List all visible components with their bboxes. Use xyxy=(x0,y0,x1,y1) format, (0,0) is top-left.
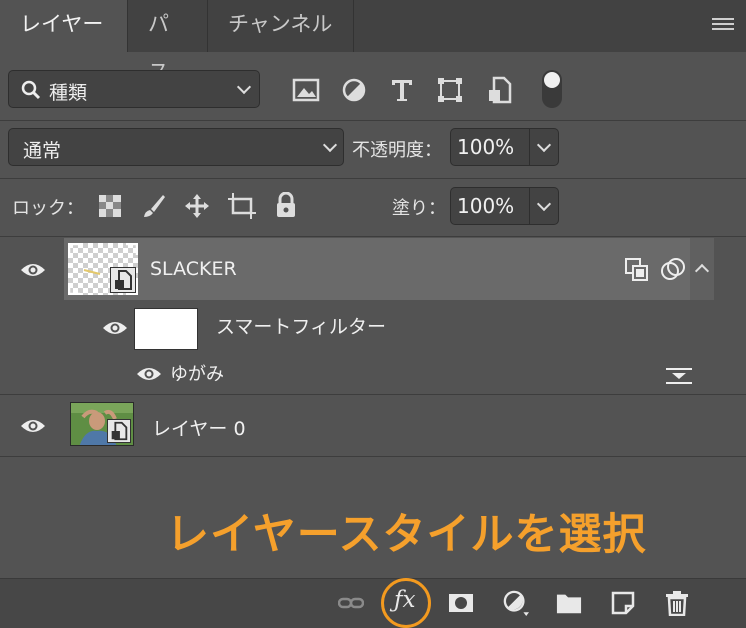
layer-name-slacker: SLACKER xyxy=(150,258,237,280)
filter-name-liquify[interactable]: ゆがみ xyxy=(170,360,224,386)
divider xyxy=(0,120,746,121)
chevron-down-icon xyxy=(536,196,552,212)
tab-layers[interactable]: レイヤー xyxy=(0,0,128,52)
opacity-input[interactable]: 100% xyxy=(450,128,530,166)
new-layer-icon[interactable] xyxy=(610,590,636,616)
fx-icon: ƒx xyxy=(394,587,416,613)
opacity-slider-button[interactable] xyxy=(530,128,559,166)
divider xyxy=(0,394,746,395)
chevron-down-icon xyxy=(322,137,338,153)
trash-icon[interactable] xyxy=(664,590,690,616)
eye-icon[interactable] xyxy=(20,418,46,434)
search-icon xyxy=(21,80,41,100)
smart-filter-status-icon xyxy=(661,258,685,280)
tab-paths[interactable]: パス xyxy=(128,0,208,84)
smart-filter-mask-thumbnail[interactable] xyxy=(134,308,198,350)
image-filter-icon[interactable] xyxy=(292,76,320,104)
filter-toggle[interactable] xyxy=(542,70,562,108)
adjustment-filter-icon[interactable] xyxy=(340,76,368,104)
smart-filter-group: スマートフィルター ゆがみ xyxy=(64,300,714,394)
blend-mode-value: 通常 xyxy=(23,140,62,162)
smart-object-badge-icon xyxy=(107,419,131,443)
lock-artboard-icon[interactable] xyxy=(228,193,256,219)
smart-object-filter-icon[interactable] xyxy=(486,76,514,104)
eye-icon[interactable] xyxy=(20,262,46,278)
smart-object-status-icon xyxy=(625,258,648,281)
layer-row-layer0[interactable]: レイヤー 0 xyxy=(64,396,714,456)
layer-thumbnail xyxy=(68,243,138,295)
new-group-folder-icon[interactable] xyxy=(556,590,582,616)
divider xyxy=(0,456,746,457)
add-mask-icon[interactable] xyxy=(448,590,474,616)
divider xyxy=(0,236,746,237)
filter-blending-options-icon[interactable] xyxy=(666,366,692,386)
eye-icon[interactable] xyxy=(102,320,128,336)
panel-menu-icon[interactable] xyxy=(712,18,734,32)
smart-object-badge-icon xyxy=(110,267,136,293)
shape-filter-icon[interactable] xyxy=(436,76,464,104)
layer-row-slacker[interactable]: SLACKER xyxy=(64,238,690,300)
divider xyxy=(0,178,746,179)
type-filter-icon[interactable] xyxy=(388,76,416,104)
layer-name-layer0: レイヤー 0 xyxy=(152,418,246,440)
eye-icon[interactable] xyxy=(136,366,162,382)
lock-all-icon[interactable] xyxy=(274,192,298,218)
fill-label: 塗り： xyxy=(392,198,446,219)
new-adjustment-layer-icon[interactable] xyxy=(503,590,529,616)
fill-slider-button[interactable] xyxy=(530,187,559,225)
toggle-knob xyxy=(544,72,560,88)
filter-kind-label: 種類 xyxy=(49,82,88,104)
tab-channels[interactable]: チャンネル xyxy=(208,0,354,52)
link-layers-icon[interactable] xyxy=(338,590,364,616)
chevron-down-icon xyxy=(236,79,252,95)
opacity-label: 不透明度： xyxy=(352,140,442,161)
smart-filter-label: スマートフィルター xyxy=(216,316,387,338)
lock-position-icon[interactable] xyxy=(184,193,210,219)
filter-kind-select[interactable]: 種類 xyxy=(8,70,260,108)
lock-image-pixels-icon[interactable] xyxy=(141,193,167,219)
chevron-down-icon xyxy=(536,137,552,153)
panel-tab-bar: レイヤー パス チャンネル xyxy=(0,0,746,84)
layer-thumbnail xyxy=(70,402,134,446)
lock-label: ロック： xyxy=(12,198,84,219)
chevron-up-icon xyxy=(694,263,710,279)
annotation-caption: レイヤースタイルを選択 xyxy=(166,510,647,560)
lock-transparent-pixels-icon[interactable] xyxy=(99,195,121,217)
fill-input[interactable]: 100% xyxy=(450,187,530,225)
blend-mode-select[interactable]: 通常 xyxy=(8,128,344,166)
collapse-effects-button[interactable] xyxy=(690,238,714,300)
